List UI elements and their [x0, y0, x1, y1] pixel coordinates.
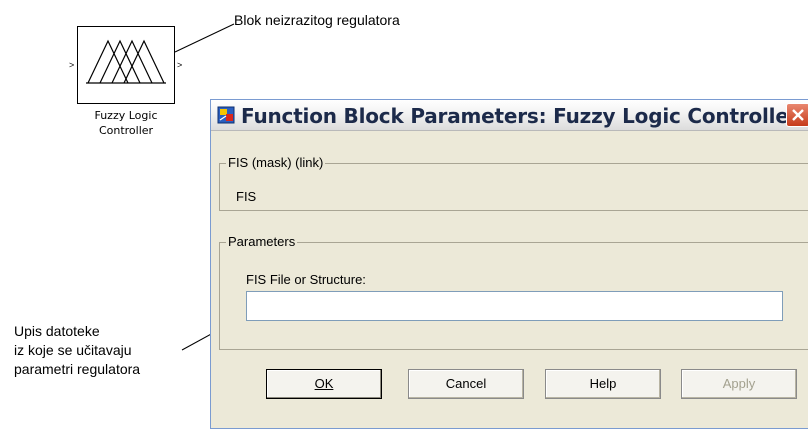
mask-description-legend: FIS (mask) (link)	[226, 155, 326, 171]
simulink-block-icon	[217, 106, 235, 124]
apply-button-label: Apply	[722, 376, 756, 391]
input-callout-line2: iz koje se učitavaju	[14, 342, 132, 358]
close-icon	[792, 109, 804, 121]
block-callout-label: Blok neizrazitog regulatora	[234, 12, 400, 28]
parameters-legend: Parameters	[226, 234, 298, 250]
apply-button[interactable]: Apply	[681, 369, 797, 399]
dialog-title: Function Block Parameters: Fuzzy Logic C…	[241, 104, 799, 128]
cancel-button[interactable]: Cancel	[408, 369, 524, 399]
ok-button-label: OK	[314, 376, 334, 391]
fis-field-label: FIS File or Structure:	[246, 272, 366, 287]
close-button[interactable]	[786, 103, 808, 127]
fis-file-input[interactable]	[246, 291, 783, 321]
help-button[interactable]: Help	[545, 369, 661, 399]
function-block-parameters-dialog: Function Block Parameters: Fuzzy Logic C…	[210, 99, 808, 429]
cancel-button-label: Cancel	[445, 376, 487, 391]
input-callout-label: Upis datoteke iz koje se učitavaju param…	[14, 323, 140, 378]
input-callout-line1: Upis datoteke	[14, 323, 100, 339]
help-button-label: Help	[589, 376, 617, 391]
mask-description-group: FIS (mask) (link)	[219, 155, 808, 211]
ok-button[interactable]: OK	[266, 369, 382, 399]
mask-description-text: FIS	[236, 189, 257, 204]
input-callout-line3: parametri regulatora	[14, 361, 141, 377]
title-bar[interactable]: Function Block Parameters: Fuzzy Logic C…	[211, 100, 808, 131]
